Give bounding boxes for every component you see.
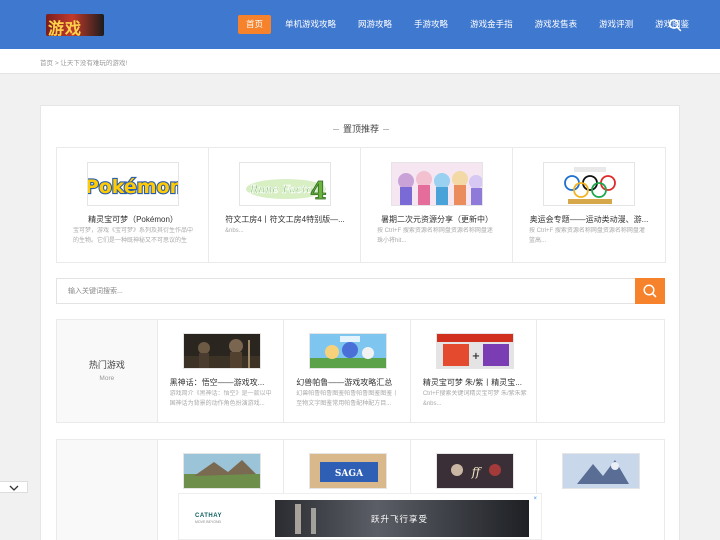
featured-grid: Pokémon 精灵宝可梦（Pokémon） 宝可梦，游戏《宝可梦》系列及其衍生… — [56, 147, 666, 263]
nav-mobile-game-guides[interactable]: 手游攻略 — [406, 15, 456, 34]
ad-brand-logo: CATHAY MOVE BEYOND — [195, 513, 223, 524]
svg-text:SAGA: SAGA — [335, 469, 364, 479]
chevron-down-icon — [9, 485, 19, 491]
game-desc: 幻兽帕鲁帕鲁图鉴帕鲁帕鲁图鉴图鉴丨至物文字图鉴常用帕鲁配种配方目... — [296, 391, 399, 407]
featured-desc: 宝可梦，游戏《宝可梦》系列及其衍生作品中的生物。它们是一种既神秘又不可思议的生 — [73, 228, 193, 244]
featured-title[interactable]: 奥运会专题——运动类动漫、游... — [523, 214, 655, 225]
featured-card[interactable]: Rune Factory 4 符文工房4丨符文工房4特别版—... &nbs..… — [209, 148, 361, 262]
breadcrumb-bar: 首页 > 让天下没有难玩的游戏! — [0, 49, 720, 74]
nav-home[interactable]: 首页 — [238, 15, 272, 34]
featured-title[interactable]: 暑期二次元资源分享（更新中） — [371, 214, 503, 225]
nav-online-game-guides[interactable]: 网游攻略 — [350, 15, 400, 34]
game-desc: 游戏简介《黑神话：悟空》是一款以中国神话为背景的动作角色扮演游戏... — [169, 391, 272, 407]
category-label — [57, 440, 158, 540]
search-input[interactable] — [57, 279, 635, 303]
search-icon — [643, 284, 657, 298]
dragon-thumbnail[interactable] — [562, 453, 641, 489]
title-divider-right — [383, 129, 389, 131]
breadcrumb-current: 让天下没有难玩的游戏! — [60, 60, 128, 67]
ad-image: 跃升飞行享受 — [275, 500, 529, 537]
game-card[interactable]: 幻兽帕鲁——游戏攻略汇总 幻兽帕鲁帕鲁图鉴帕鲁帕鲁图鉴图鉴丨至物文字图鉴常用帕鲁… — [284, 320, 411, 422]
palworld-thumbnail[interactable] — [309, 333, 388, 369]
site-logo[interactable]: 游戏 — [46, 14, 104, 38]
anime-girls-thumbnail[interactable] — [391, 162, 483, 206]
svg-text:4: 4 — [310, 176, 327, 205]
monster-hunter-thumbnail[interactable] — [182, 453, 261, 489]
ad-collapse-toggle[interactable] — [0, 481, 28, 493]
featured-section-title: 置顶推荐 — [41, 122, 681, 135]
breadcrumb: 首页 > 让天下没有难玩的游戏! — [40, 57, 127, 67]
game-title[interactable]: 精灵宝可梦 朱/紫丨精灵宝... — [423, 377, 527, 388]
featured-card[interactable]: 奥运会专题——运动类动漫、游... 按 Ctrl+F 搜索资源名称网盘资源名称网… — [513, 148, 665, 262]
nav-release-schedule[interactable]: 游戏发售表 — [527, 15, 586, 34]
top-navigation-bar: 游戏 首页 单机游戏攻略 网游攻略 手游攻略 游戏金手指 游戏发售表 游戏评测 … — [0, 0, 720, 49]
pokemon-sv-thumbnail[interactable]: + — [435, 333, 514, 369]
game-card[interactable]: 黑神话：悟空——游戏攻... 游戏简介《黑神话：悟空》是一款以中国神话为背景的动… — [158, 320, 285, 422]
featured-title[interactable]: 符文工房4丨符文工房4特别版—... — [219, 214, 351, 225]
game-card[interactable]: + 精灵宝可梦 朱/紫丨精灵宝... Ctrl+F搜索关键词精灵宝可梦 朱/紫朱… — [411, 320, 538, 422]
game-card-empty — [537, 320, 664, 422]
category-label: 热门游戏 More — [57, 320, 158, 422]
main-nav: 首页 单机游戏攻略 网游攻略 手游攻略 游戏金手指 游戏发售表 游戏评测 游戏图… — [238, 15, 703, 34]
svg-text:Pokémon: Pokémon — [88, 176, 179, 198]
search-box — [56, 278, 665, 304]
nav-pc-game-guides[interactable]: 单机游戏攻略 — [277, 15, 344, 34]
featured-desc: 按 Ctrl+F 搜索资源名称网盘资源名称网盘迷珠小将hit... — [377, 228, 493, 244]
game-title[interactable]: 幻兽帕鲁——游戏攻略汇总 — [296, 377, 400, 388]
hot-games-row: 热门游戏 More 黑神话：悟空——游戏攻... 游戏简介《黑神话：悟空》是一款… — [56, 319, 665, 423]
final-fantasy-thumbnail[interactable]: ff — [435, 453, 514, 489]
featured-desc: 按 Ctrl+F 搜索资源名称网盘资源名称网盘灌篮高... — [529, 228, 645, 244]
game-title[interactable]: 黑神话：悟空——游戏攻... — [170, 377, 274, 388]
game-desc: Ctrl+F搜索关键词精灵宝可梦 朱/紫朱紫 &nbs... — [422, 391, 527, 407]
ad-slogan: 跃升飞行享受 — [371, 514, 429, 524]
ad-close-button[interactable]: × — [533, 496, 537, 502]
title-divider-left — [332, 129, 339, 131]
svg-text:+: + — [472, 351, 480, 362]
featured-desc: &nbs... — [225, 228, 244, 234]
pokemon-logo-thumbnail[interactable]: Pokémon — [87, 162, 179, 206]
featured-title[interactable]: 精灵宝可梦（Pokémon） — [67, 214, 199, 225]
category-more-link[interactable]: More — [57, 375, 157, 382]
nav-reviews[interactable]: 游戏评测 — [591, 15, 641, 34]
featured-card[interactable]: 暑期二次元资源分享（更新中） 按 Ctrl+F 搜索资源名称网盘资源名称网盘迷珠… — [361, 148, 513, 262]
featured-card[interactable]: Pokémon 精灵宝可梦（Pokémon） 宝可梦，游戏《宝可梦》系列及其衍生… — [57, 148, 209, 262]
breadcrumb-home-link[interactable]: 首页 — [40, 60, 53, 67]
breadcrumb-separator: > — [54, 60, 59, 67]
saga-thumbnail[interactable]: SAGA — [309, 453, 388, 489]
black-myth-wukong-thumbnail[interactable] — [182, 333, 261, 369]
main-content-panel: 置顶推荐 Pokémon 精灵宝可梦（Pokémon） 宝可梦，游戏《宝可梦》系… — [40, 105, 680, 540]
search-icon[interactable] — [668, 18, 682, 32]
search-submit-button[interactable] — [635, 278, 665, 304]
olympic-rings-thumbnail[interactable] — [543, 162, 635, 206]
nav-cheats[interactable]: 游戏金手指 — [462, 15, 521, 34]
category-name: 热门游戏 — [88, 360, 125, 370]
game-card[interactable] — [537, 440, 664, 540]
rune-factory-logo-thumbnail[interactable]: Rune Factory 4 — [239, 162, 331, 206]
bottom-ad-banner[interactable]: CATHAY MOVE BEYOND 跃升飞行享受 × — [178, 493, 542, 540]
